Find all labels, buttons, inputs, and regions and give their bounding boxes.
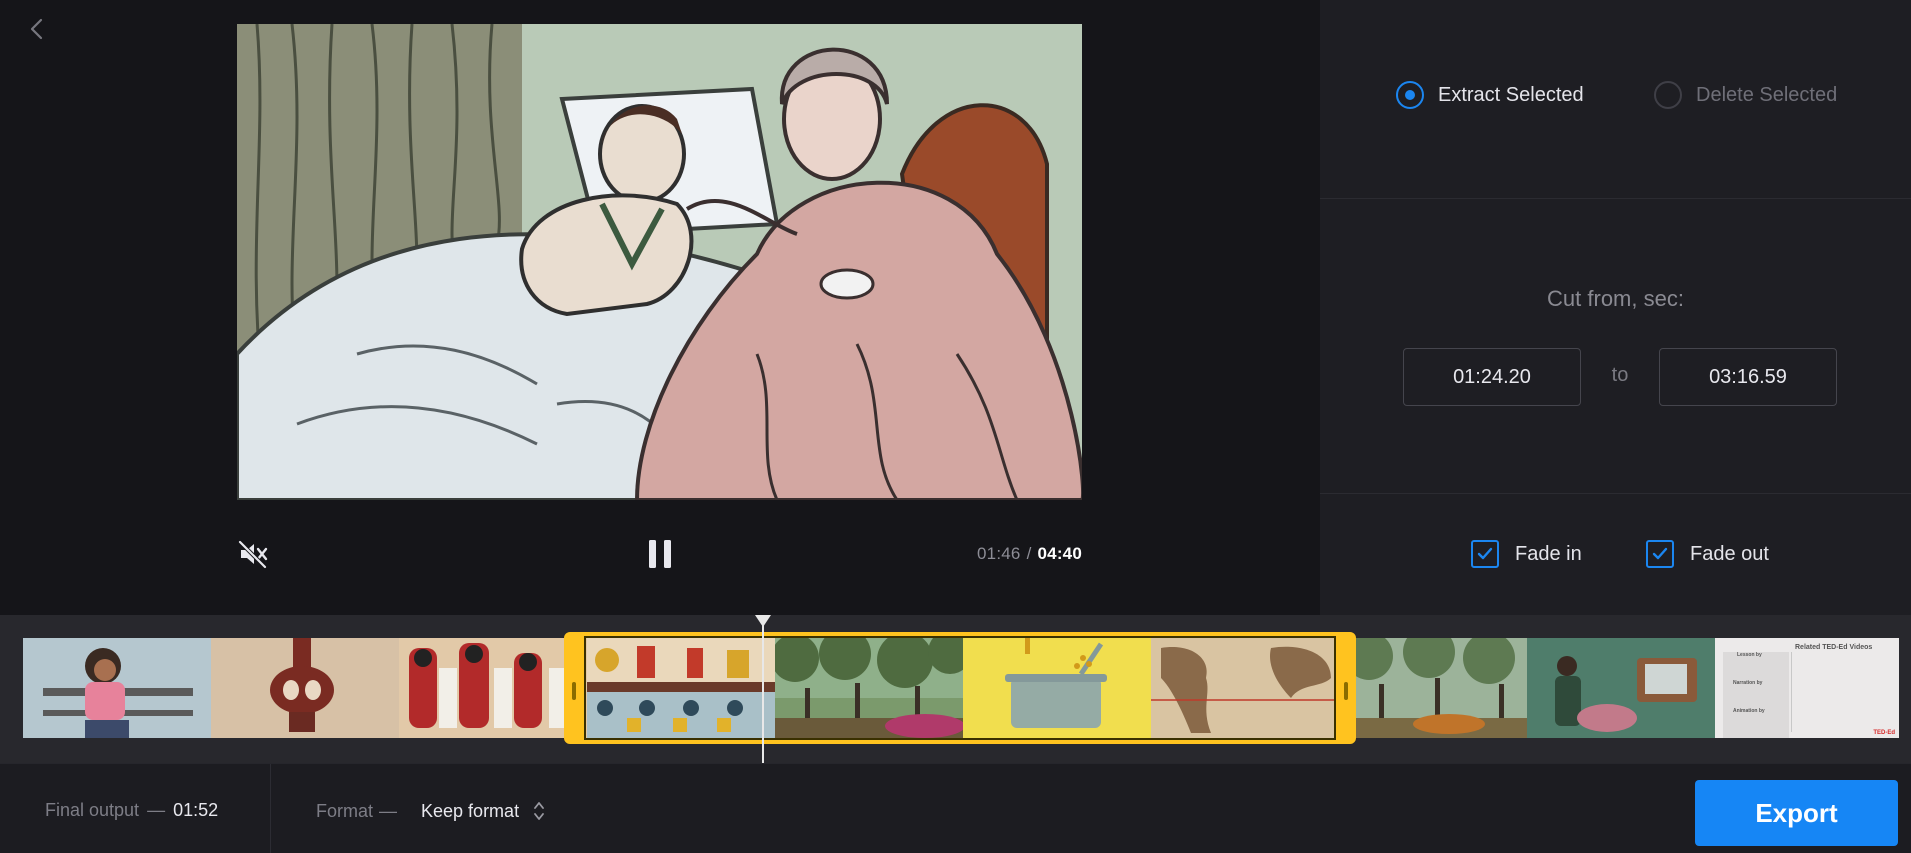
format-value: Keep format <box>421 800 520 821</box>
volume-muted-icon <box>238 540 268 569</box>
fade-out-label: Fade out <box>1690 542 1769 565</box>
video-frame-illustration <box>237 24 1082 500</box>
end-card-thumbnail: Related TED-Ed Videos Lesson by Narratio… <box>1715 638 1899 738</box>
end-card-line: Lesson by <box>1737 652 1762 658</box>
end-card-line: Animation by <box>1733 708 1765 714</box>
delete-selected-label: Delete Selected <box>1696 83 1838 106</box>
toolbar-divider <box>270 764 271 853</box>
sort-arrows-icon <box>534 802 544 820</box>
total-duration: 04:40 <box>1037 544 1082 563</box>
back-button[interactable] <box>22 14 52 44</box>
delete-selected-radio[interactable]: Delete Selected <box>1654 80 1837 110</box>
extract-selected-radio[interactable]: Extract Selected <box>1396 80 1584 110</box>
timeline-thumbnail <box>23 638 211 738</box>
ted-ed-logo: TED-Ed <box>1873 730 1895 736</box>
final-output-label: Final output <box>45 800 140 820</box>
extract-selected-label: Extract Selected <box>1438 83 1584 106</box>
selection-range[interactable] <box>564 632 1356 744</box>
timeline-thumbnail <box>211 638 399 738</box>
playhead[interactable] <box>762 615 764 763</box>
pause-icon <box>649 540 671 568</box>
cut-settings-panel: Extract Selected Delete Selected Cut fro… <box>1320 0 1911 615</box>
export-button[interactable]: Export <box>1695 780 1898 846</box>
format-dash: — <box>379 800 398 821</box>
checkmark-icon <box>1471 540 1499 568</box>
final-output-duration: 01:52 <box>173 800 219 820</box>
video-preview[interactable] <box>237 24 1082 500</box>
right-trim-handle[interactable] <box>1344 682 1348 700</box>
timeline-thumbnail <box>1527 638 1715 738</box>
timeline[interactable]: Related TED-Ed Videos Lesson by Narratio… <box>0 615 1911 763</box>
radio-checked-icon <box>1396 81 1424 109</box>
time-separator: / <box>1026 544 1032 563</box>
cut-from-input[interactable] <box>1403 348 1581 406</box>
checkmark-icon <box>1646 540 1674 568</box>
final-output-dash: — <box>147 800 166 820</box>
playback-time: 01:46 / 04:40 <box>977 544 1082 564</box>
end-card-line: Narration by <box>1733 680 1763 686</box>
final-output: Final output — 01:52 <box>45 800 218 821</box>
cut-to-input[interactable] <box>1659 348 1837 406</box>
player-controls: 01:46 / 04:40 <box>237 532 1082 578</box>
format-select[interactable]: Keep format <box>421 800 545 822</box>
pause-button[interactable] <box>646 536 674 572</box>
end-card-title: Related TED-Ed Videos <box>1795 644 1873 651</box>
mute-button[interactable] <box>237 538 269 570</box>
bottom-toolbar: Final output —01:52 Format — Keep format E… <box>0 763 1911 853</box>
cut-range-title: Cut from, sec: <box>1547 286 1684 311</box>
chevron-left-icon <box>30 18 43 40</box>
format-label: Format <box>316 800 374 821</box>
format-setting: Format — Keep format <box>316 800 545 822</box>
fade-in-checkbox[interactable]: Fade in <box>1471 540 1582 568</box>
timeline-thumbnail <box>1339 638 1527 738</box>
radio-unchecked-icon <box>1654 81 1682 109</box>
panel-divider <box>1320 198 1911 199</box>
to-label: to <box>1611 364 1629 386</box>
fade-out-checkbox[interactable]: Fade out <box>1646 540 1769 568</box>
panel-divider <box>1320 493 1911 494</box>
fade-in-label: Fade in <box>1515 542 1582 565</box>
video-editor-area: 01:46 / 04:40 <box>0 0 1320 615</box>
timeline-thumbnail <box>399 638 587 738</box>
left-trim-handle[interactable] <box>572 682 576 700</box>
current-time: 01:46 <box>977 544 1021 563</box>
